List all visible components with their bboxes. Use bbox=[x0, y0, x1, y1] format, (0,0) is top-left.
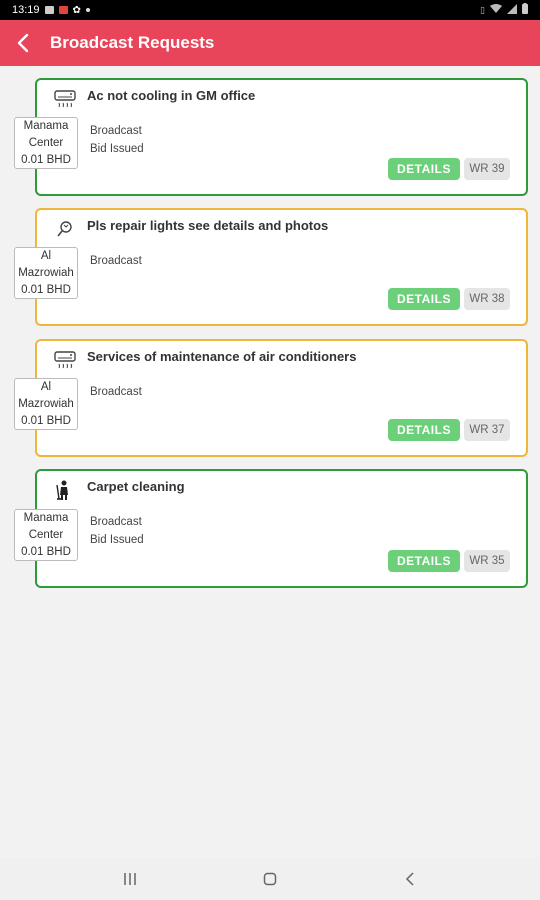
back-button[interactable] bbox=[0, 20, 46, 66]
app-notification-icon bbox=[58, 6, 68, 14]
gallery-notification-icon bbox=[44, 6, 54, 14]
location-line: Manama bbox=[23, 511, 69, 524]
home-icon bbox=[263, 872, 277, 886]
request-status: Broadcast Bid Issued bbox=[90, 513, 144, 549]
recents-icon bbox=[124, 873, 136, 885]
price: 0.01 BHD bbox=[21, 545, 71, 558]
details-button[interactable]: DETAILS bbox=[388, 419, 460, 441]
more-notifications-icon bbox=[85, 8, 90, 12]
location-line: Al bbox=[40, 380, 52, 393]
location-line: Al bbox=[40, 249, 52, 262]
request-card[interactable]: Pls repair lights see details and photos… bbox=[35, 208, 528, 326]
work-request-badge: WR 38 bbox=[464, 288, 510, 310]
details-button[interactable]: DETAILS bbox=[388, 288, 460, 310]
work-request-badge: WR 39 bbox=[464, 158, 510, 180]
location-line: Mazrowiah bbox=[18, 397, 74, 410]
request-title: Pls repair lights see details and photos bbox=[87, 218, 329, 233]
location-price-box: Manama Center 0.01 BHD bbox=[14, 509, 78, 561]
location-line: Manama bbox=[23, 119, 69, 132]
status-line: Bid Issued bbox=[90, 143, 144, 155]
location-line: Center bbox=[28, 136, 64, 149]
status-line: Bid Issued bbox=[90, 534, 144, 546]
home-button[interactable] bbox=[250, 864, 290, 894]
location-line: Mazrowiah bbox=[18, 266, 74, 279]
vibrate-icon: ▯ bbox=[480, 4, 485, 15]
air-conditioner-icon bbox=[53, 88, 77, 110]
request-title: Carpet cleaning bbox=[87, 479, 185, 494]
air-conditioner-icon bbox=[53, 349, 77, 371]
location-price-box: Al Mazrowiah 0.01 BHD bbox=[14, 378, 78, 430]
work-request-badge: WR 37 bbox=[464, 419, 510, 441]
location-price-box: Al Mazrowiah 0.01 BHD bbox=[14, 247, 78, 299]
wifi-icon bbox=[490, 3, 502, 17]
request-title: Services of maintenance of air condition… bbox=[87, 349, 357, 364]
request-card[interactable]: Services of maintenance of air condition… bbox=[35, 339, 528, 457]
recents-button[interactable] bbox=[110, 864, 150, 894]
battery-icon bbox=[522, 3, 528, 17]
system-nav-bar bbox=[0, 858, 540, 900]
back-icon bbox=[405, 872, 414, 886]
details-button[interactable]: DETAILS bbox=[388, 550, 460, 572]
request-card[interactable]: Ac not cooling in GM office Broadcast Bi… bbox=[35, 78, 528, 196]
chevron-left-icon bbox=[17, 33, 29, 53]
work-request-badge: WR 35 bbox=[464, 550, 510, 572]
app-bar: Broadcast Requests bbox=[0, 20, 540, 66]
details-button[interactable]: DETAILS bbox=[388, 158, 460, 180]
status-line: Broadcast bbox=[90, 386, 142, 398]
request-status: Broadcast bbox=[90, 383, 142, 401]
location-line: Center bbox=[28, 528, 64, 541]
status-line: Broadcast bbox=[90, 516, 142, 528]
price: 0.01 BHD bbox=[21, 283, 71, 296]
signal-icon bbox=[507, 3, 517, 17]
page-title: Broadcast Requests bbox=[50, 33, 215, 52]
light-bulb-icon bbox=[53, 218, 77, 240]
request-status: Broadcast Bid Issued bbox=[90, 122, 144, 158]
request-status: Broadcast bbox=[90, 252, 142, 270]
status-line: Broadcast bbox=[90, 255, 142, 267]
cleaning-person-icon bbox=[53, 479, 77, 501]
location-price-box: Manama Center 0.01 BHD bbox=[14, 117, 78, 169]
request-card[interactable]: Carpet cleaning Broadcast Bid Issued DET… bbox=[35, 469, 528, 588]
status-line: Broadcast bbox=[90, 125, 142, 137]
nav-back-button[interactable] bbox=[390, 864, 430, 894]
settings-notification-icon: ✿ bbox=[72, 4, 81, 16]
request-title: Ac not cooling in GM office bbox=[87, 88, 256, 103]
status-bar: 13:19 ✿ ▯ bbox=[0, 0, 540, 20]
price: 0.01 BHD bbox=[21, 414, 71, 427]
price: 0.01 BHD bbox=[21, 153, 71, 166]
clock: 13:19 bbox=[12, 4, 40, 16]
